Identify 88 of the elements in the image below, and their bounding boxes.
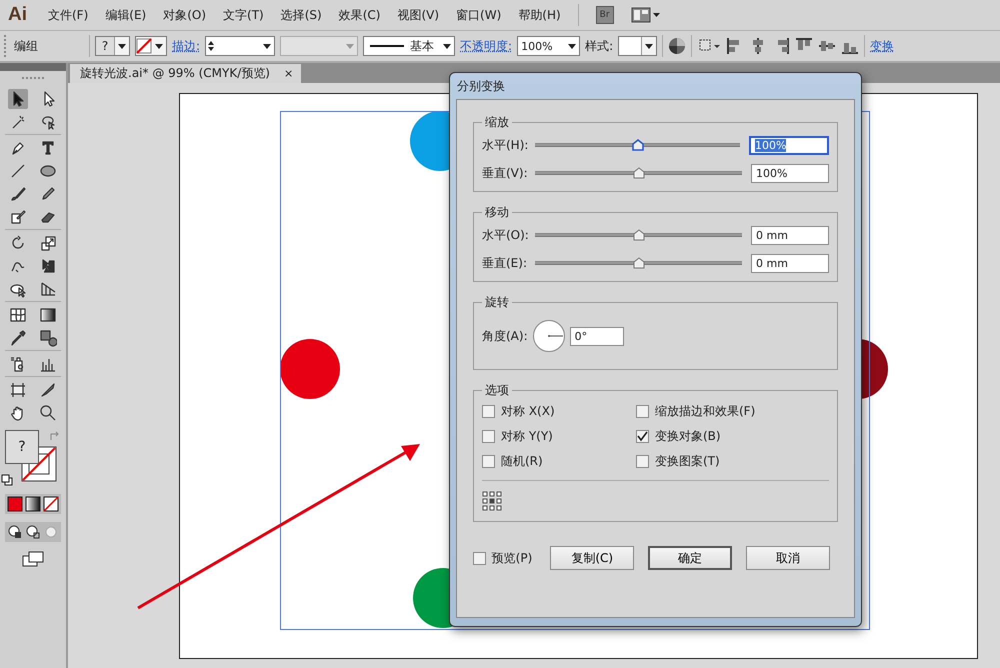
artboard-icon[interactable] bbox=[9, 380, 27, 398]
stroke-link[interactable]: 描边: bbox=[172, 38, 200, 54]
fill-swatch[interactable]: ? bbox=[5, 430, 39, 464]
checkbox[interactable] bbox=[482, 430, 495, 443]
value-field[interactable]: 0 mm bbox=[751, 254, 829, 272]
checkbox[interactable] bbox=[482, 455, 495, 468]
slider-thumb[interactable] bbox=[632, 257, 644, 269]
caret-icon bbox=[115, 41, 129, 51]
stroke-weight-field[interactable] bbox=[205, 36, 276, 56]
dialog-button[interactable]: 复制(C) bbox=[550, 546, 634, 570]
value-field[interactable]: 100% bbox=[749, 136, 829, 154]
checkbox[interactable] bbox=[482, 405, 495, 418]
dialog-button[interactable]: 确定 bbox=[648, 546, 732, 570]
blend-icon[interactable] bbox=[39, 328, 57, 346]
app-logo: Ai bbox=[8, 4, 27, 26]
value-field[interactable]: 100% bbox=[751, 164, 829, 182]
caret-icon bbox=[152, 41, 166, 51]
checkbox-label: 随机(R) bbox=[501, 453, 543, 470]
checkbox[interactable] bbox=[636, 405, 649, 418]
color-mode-icon[interactable] bbox=[7, 496, 23, 512]
close-tab-button[interactable]: × bbox=[284, 67, 294, 80]
gradient-mode-icon[interactable] bbox=[25, 496, 41, 512]
slider-thumb[interactable] bbox=[632, 139, 644, 151]
draw-normal-icon[interactable] bbox=[7, 524, 23, 540]
style-label: 样式: bbox=[585, 38, 614, 54]
document-tab[interactable]: 旋转光波.ai* @ 99% (CMYK/预览) × bbox=[70, 64, 302, 83]
group-title: 移动 bbox=[484, 204, 510, 221]
default-colors-icon[interactable] bbox=[1, 474, 13, 486]
fill-dropdown[interactable]: ? bbox=[95, 36, 130, 56]
zoom-icon[interactable] bbox=[39, 404, 57, 422]
eyedropper-icon[interactable] bbox=[9, 328, 27, 346]
angle-dial[interactable] bbox=[532, 319, 566, 353]
menu-item[interactable]: 效果(C) bbox=[338, 6, 380, 24]
blob-brush-icon[interactable] bbox=[9, 208, 27, 226]
transform-link[interactable]: 变换 bbox=[870, 38, 894, 54]
menu-item[interactable]: 对象(O) bbox=[163, 6, 206, 24]
none-mode-icon[interactable] bbox=[43, 496, 59, 512]
stroke-dropdown[interactable] bbox=[135, 36, 167, 56]
slider-label: 水平(O): bbox=[482, 226, 530, 244]
opacity-link[interactable]: 不透明度: bbox=[460, 38, 512, 54]
checkbox[interactable] bbox=[636, 455, 649, 468]
screen-mode-icon[interactable] bbox=[21, 550, 45, 568]
checkbox-label: 预览(P) bbox=[492, 550, 532, 566]
group-title: 选项 bbox=[484, 382, 510, 399]
slider-label: 垂直(E): bbox=[482, 254, 528, 272]
checkbox-label: 缩放描边和效果(F) bbox=[655, 403, 756, 420]
panel-header-bar bbox=[0, 63, 66, 71]
menu-item[interactable]: 文件(F) bbox=[48, 6, 88, 24]
checkbox-label: 变换图案(T) bbox=[655, 453, 720, 470]
group-title: 旋转 bbox=[484, 294, 510, 311]
line-segment-icon[interactable] bbox=[9, 162, 27, 180]
slider-label: 垂直(V): bbox=[482, 164, 529, 182]
mesh-icon[interactable] bbox=[9, 306, 27, 324]
opacity-field[interactable]: 100% bbox=[517, 36, 580, 56]
paintbrush-icon[interactable] bbox=[9, 184, 27, 202]
dialog-button[interactable]: 取消 bbox=[746, 546, 830, 570]
selection-label: 编组 bbox=[14, 38, 39, 54]
value-field[interactable]: 0 mm bbox=[751, 226, 829, 244]
menu-item[interactable]: 文字(T) bbox=[223, 6, 264, 24]
draw-behind-icon[interactable] bbox=[25, 524, 41, 540]
checkbox-label: 对称 X(X) bbox=[501, 403, 555, 420]
style-dropdown[interactable] bbox=[618, 36, 658, 56]
angle-field[interactable]: 0° bbox=[570, 326, 624, 346]
slider-thumb[interactable] bbox=[632, 167, 644, 179]
checkbox[interactable] bbox=[636, 430, 649, 443]
checkbox-label: 对称 Y(Y) bbox=[501, 428, 553, 445]
swap-colors-icon[interactable] bbox=[49, 430, 61, 442]
slider-label: 水平(H): bbox=[482, 136, 530, 154]
menu-item[interactable]: 窗口(W) bbox=[456, 6, 502, 24]
reference-point-icon[interactable] bbox=[482, 491, 502, 511]
perspective-grid-icon[interactable] bbox=[39, 280, 57, 298]
bridge-button[interactable]: Br bbox=[596, 6, 614, 24]
group-title: 缩放 bbox=[484, 114, 510, 131]
angle-label: 角度(A): bbox=[482, 328, 528, 344]
dialog-title: 分别变换 bbox=[456, 78, 506, 95]
checkbox[interactable] bbox=[473, 552, 486, 564]
gradient-icon[interactable] bbox=[39, 306, 57, 324]
menu-item[interactable]: 帮助(H) bbox=[518, 6, 561, 24]
workspace-icon[interactable] bbox=[630, 7, 661, 23]
recolor-icon[interactable] bbox=[668, 37, 686, 55]
checkbox-label: 变换对象(B) bbox=[655, 428, 721, 445]
stroke-profile-dropdown[interactable]: 基本 bbox=[363, 36, 456, 56]
slider-thumb[interactable] bbox=[632, 229, 644, 241]
menu-item[interactable]: 选择(S) bbox=[280, 6, 322, 24]
scale-icon[interactable] bbox=[39, 234, 57, 252]
menu-item[interactable]: 视图(V) bbox=[397, 6, 440, 24]
slice-icon[interactable] bbox=[39, 380, 57, 398]
menu-item[interactable]: 编辑(E) bbox=[105, 6, 146, 24]
